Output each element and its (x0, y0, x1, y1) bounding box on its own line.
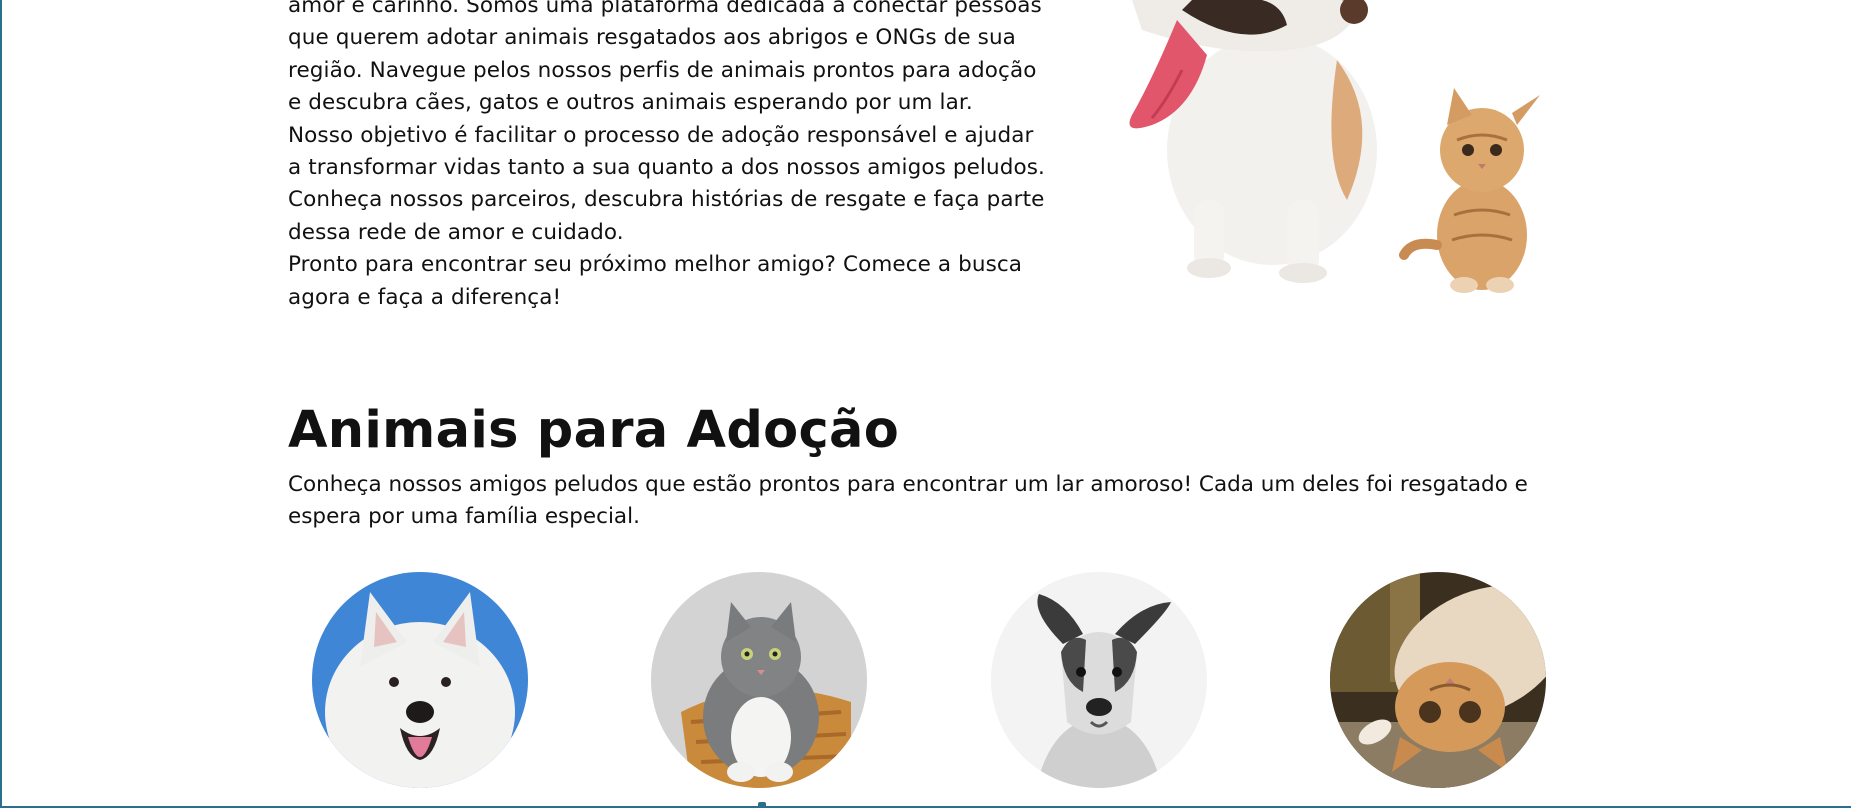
tabby-cat-photo (651, 572, 867, 788)
about-paragraph-1: amor e carinho. Somos uma plataforma ded… (288, 0, 1042, 116)
animal-card-white-dog[interactable] (312, 572, 528, 788)
about-description: amor e carinho. Somos uma plataforma ded… (288, 0, 1048, 314)
orange-cat-photo (1330, 572, 1546, 788)
pitbull-dog-photo (991, 572, 1207, 788)
animal-card-pitbull-dog[interactable] (991, 572, 1207, 788)
adoption-section-title: Animais para Adoção (288, 401, 900, 460)
about-paragraph-3: Pronto para encontrar seu próximo melhor… (288, 252, 1023, 310)
animal-card-tabby-cat[interactable] (651, 572, 867, 788)
about-paragraph-2: Nosso objetivo é facilitar o processo de… (288, 122, 1045, 245)
animal-card-orange-cat[interactable] (1330, 572, 1546, 788)
animal-grid (288, 572, 1578, 792)
offscreen-content-indicator (758, 802, 766, 806)
white-dog-photo (312, 572, 528, 788)
adoption-section-description: Conheça nossos amigos peludos que estão … (288, 472, 1528, 530)
hero-dog-and-kitten-image (1082, 0, 1582, 300)
